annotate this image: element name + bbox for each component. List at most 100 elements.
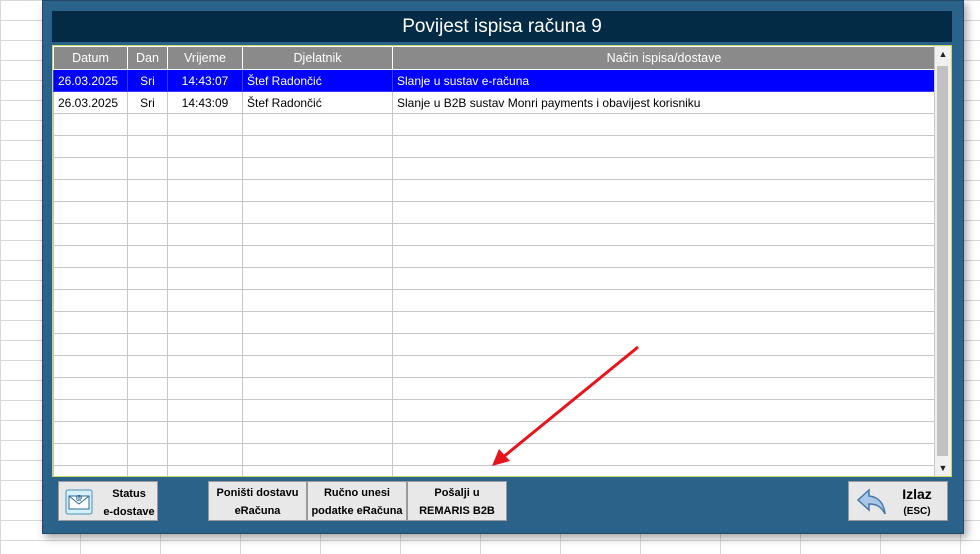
table-cell: [53, 223, 128, 246]
empty-table-row[interactable]: [53, 245, 936, 268]
table-cell: [167, 377, 243, 400]
scroll-thumb[interactable]: [937, 66, 948, 456]
table-cell: [167, 113, 243, 136]
table-cell: [392, 465, 936, 476]
table-cell: [167, 201, 243, 224]
send-button-line2: REMARIS B2B: [419, 505, 495, 517]
table-cell: [392, 399, 936, 422]
table-cell: [53, 245, 128, 268]
table-cell: [392, 179, 936, 202]
table-cell: [53, 443, 128, 466]
table-cell: [242, 377, 393, 400]
cancel-button-line1: Poništi dostavu: [216, 487, 299, 499]
manual-entry-button[interactable]: Ručno unesi podatke eRačuna: [307, 481, 407, 521]
empty-table-row[interactable]: [53, 223, 936, 246]
status-button-line1: Status: [112, 488, 146, 500]
table-cell: [242, 421, 393, 444]
column-header[interactable]: Djelatnik: [242, 46, 393, 70]
table-cell: [53, 355, 128, 378]
table-cell: [53, 333, 128, 356]
dialog-title: Povijest ispisa računa 9: [52, 11, 952, 42]
table-cell: [242, 355, 393, 378]
table-cell: [127, 113, 168, 136]
empty-table-row[interactable]: [53, 135, 936, 158]
send-remaris-b2b-button[interactable]: Pošalji u REMARIS B2B: [407, 481, 507, 521]
table-cell: Slanje u B2B sustav Monri payments i oba…: [392, 91, 936, 114]
table-cell: [127, 201, 168, 224]
cancel-button-line2: eRačuna: [234, 505, 281, 517]
status-e-dostave-button[interactable]: @ Status e-dostave: [58, 481, 158, 521]
empty-table-row[interactable]: [53, 443, 936, 466]
table-cell: [167, 465, 243, 476]
status-button-line2: e-dostave: [103, 506, 155, 518]
empty-table-row[interactable]: [53, 201, 936, 224]
svg-text:@: @: [76, 494, 83, 502]
table-cell: [127, 399, 168, 422]
empty-table-row[interactable]: [53, 355, 936, 378]
table-cell: [167, 333, 243, 356]
table-cell: [392, 289, 936, 312]
table-cell: Slanje u sustav e-računa: [392, 69, 936, 92]
table-cell: [167, 157, 243, 180]
table-cell: [53, 179, 128, 202]
table-row[interactable]: 26.03.2025 Sri 14:43:09 Štef Radončić Slanje…: [53, 91, 936, 114]
table-cell: Sri: [127, 91, 168, 114]
table-cell: [53, 465, 128, 476]
table-cell: [53, 421, 128, 444]
envelope-icon: @: [65, 489, 93, 515]
table-cell: [392, 201, 936, 224]
empty-table-row[interactable]: [53, 179, 936, 202]
scroll-down-icon[interactable]: ▼: [935, 460, 951, 476]
column-header[interactable]: Dan: [127, 46, 168, 70]
table-cell: [127, 311, 168, 334]
table-cell: [242, 223, 393, 246]
empty-table-row[interactable]: [53, 421, 936, 444]
exit-button[interactable]: Izlaz (ESC): [848, 481, 948, 521]
table-cell: [392, 443, 936, 466]
table-cell: [53, 311, 128, 334]
table-cell: [127, 135, 168, 158]
scroll-up-icon[interactable]: ▲: [935, 46, 951, 62]
table-cell: [242, 179, 393, 202]
empty-table-row[interactable]: [53, 113, 936, 136]
history-table-frame: Datum Dan Vrijeme Djelatnik Način ispisa/dos…: [52, 45, 952, 477]
table-cell: [167, 267, 243, 290]
empty-table-row[interactable]: [53, 289, 936, 312]
table-cell: [167, 311, 243, 334]
table-cell: [392, 245, 936, 268]
table-cell: [242, 245, 393, 268]
empty-table-row[interactable]: [53, 377, 936, 400]
table-cell: [242, 267, 393, 290]
table-cell: [167, 245, 243, 268]
table-row[interactable]: 26.03.2025 Sri 14:43:07 Štef Radončić Slanje…: [53, 69, 936, 92]
table-cell: [392, 267, 936, 290]
table-header-row: Datum Dan Vrijeme Djelatnik Način ispisa/dos…: [53, 46, 936, 70]
exit-button-shortcut: (ESC): [903, 506, 931, 517]
table-cell: [53, 135, 128, 158]
table-cell: [127, 421, 168, 444]
table-cell: [242, 201, 393, 224]
empty-table-row[interactable]: [53, 465, 936, 476]
empty-table-row[interactable]: [53, 333, 936, 356]
empty-table-row[interactable]: [53, 267, 936, 290]
cancel-delivery-button[interactable]: Poništi dostavu eRačuna: [208, 481, 307, 521]
table-cell: [392, 333, 936, 356]
empty-table-row[interactable]: [53, 399, 936, 422]
column-header[interactable]: Datum: [53, 46, 128, 70]
table-cell: [392, 157, 936, 180]
table-cell: [53, 289, 128, 312]
table-cell: Štef Radončić: [242, 69, 393, 92]
table-cell: [127, 179, 168, 202]
empty-table-row[interactable]: [53, 157, 936, 180]
table-cell: [127, 157, 168, 180]
table-cell: 14:43:09: [167, 91, 243, 114]
column-header[interactable]: Način ispisa/dostave: [392, 46, 936, 70]
table-cell: [127, 355, 168, 378]
empty-table-row[interactable]: [53, 311, 936, 334]
vertical-scrollbar[interactable]: ▲ ▼: [934, 46, 951, 476]
table-cell: [392, 355, 936, 378]
column-header[interactable]: Vrijeme: [167, 46, 243, 70]
table-cell: [53, 113, 128, 136]
history-table: Datum Dan Vrijeme Djelatnik Način ispisa/dos…: [53, 46, 936, 476]
table-cell: [392, 135, 936, 158]
